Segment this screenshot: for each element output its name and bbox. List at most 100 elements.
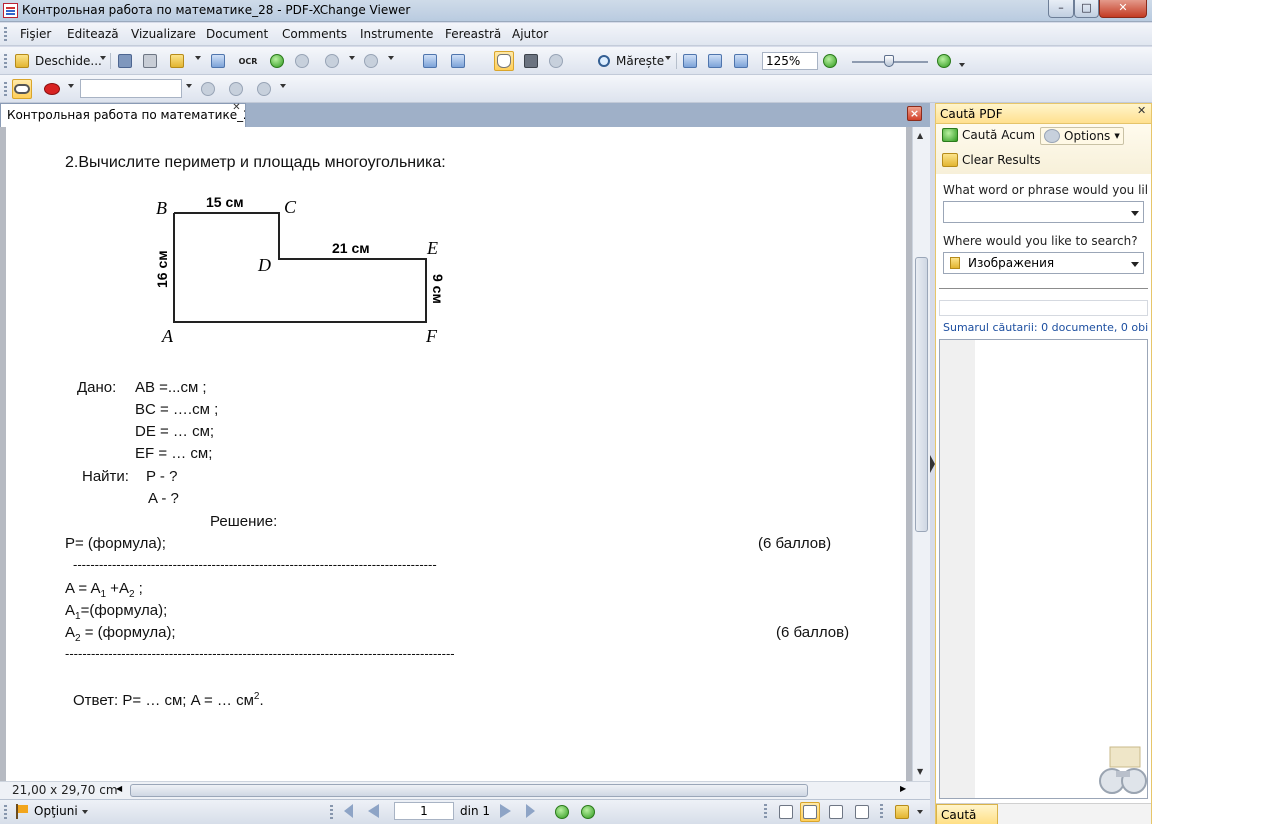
menu-edit[interactable]: Editează: [67, 27, 119, 41]
options-dropdown-icon[interactable]: [82, 810, 88, 814]
undo-dropdown-icon[interactable]: [349, 56, 355, 60]
rotate-left-icon[interactable]: [420, 51, 440, 71]
menu-help[interactable]: Ajutor: [512, 27, 548, 41]
close-document-button[interactable]: ×: [907, 106, 922, 121]
undo-icon[interactable]: [322, 51, 342, 71]
toolbar-overflow-icon[interactable]: [959, 63, 965, 67]
find-previous-icon[interactable]: [198, 79, 218, 99]
statusbar-grip[interactable]: [880, 804, 883, 818]
rotate-right-icon[interactable]: [448, 51, 468, 71]
fit-page-icon[interactable]: [705, 51, 725, 71]
back-icon[interactable]: [267, 51, 287, 71]
menubar-grip[interactable]: [4, 27, 7, 41]
zoom-out-icon[interactable]: [820, 51, 840, 71]
page-number-input[interactable]: 1: [394, 802, 454, 820]
maximize-button[interactable]: □: [1074, 0, 1099, 18]
menu-view[interactable]: Vizualizare: [131, 27, 196, 41]
menu-window[interactable]: Fereastră: [445, 27, 501, 41]
status-dropdown-icon[interactable]: [917, 810, 923, 814]
toolbar-grip[interactable]: [4, 54, 7, 68]
vertical-scroll-thumb[interactable]: [915, 257, 928, 532]
menu-file[interactable]: Fişier: [20, 27, 51, 41]
zoom-tool-button[interactable]: Mărește: [616, 54, 664, 68]
back-nav-icon[interactable]: [552, 802, 572, 822]
highlight-dropdown-icon[interactable]: [68, 84, 74, 88]
menu-tools[interactable]: Instrumente: [360, 27, 433, 41]
zoom-tool-dropdown-icon[interactable]: [665, 56, 671, 60]
forward-nav-icon[interactable]: [578, 802, 598, 822]
zoom-level-input[interactable]: 125%: [762, 52, 818, 70]
find-next-icon[interactable]: [226, 79, 246, 99]
document-view[interactable]: 2.Вычислите периметр и площадь многоугол…: [0, 127, 912, 781]
hand-tool-icon[interactable]: [494, 51, 514, 71]
phrase-input[interactable]: [943, 201, 1144, 223]
search-panel-close-icon[interactable]: ✕: [1137, 104, 1146, 117]
minimize-button[interactable]: –: [1048, 0, 1074, 18]
next-page-icon[interactable]: [500, 804, 511, 818]
highlight-icon[interactable]: [42, 79, 62, 99]
hand-status-icon[interactable]: [892, 802, 912, 822]
redo-dropdown-icon[interactable]: [388, 56, 394, 60]
search-options-icon[interactable]: [254, 79, 274, 99]
find-dropdown-icon[interactable]: [186, 84, 192, 88]
flag-icon[interactable]: [16, 804, 28, 819]
last-page-icon[interactable]: [526, 804, 535, 818]
menu-document[interactable]: Document: [206, 27, 268, 41]
search-options-dropdown-icon[interactable]: [280, 84, 286, 88]
forward-icon[interactable]: [292, 51, 312, 71]
given-ef: EF = … см;: [135, 445, 213, 462]
zoom-in-icon[interactable]: [934, 51, 954, 71]
zoom-in-tool-icon[interactable]: [594, 51, 614, 71]
zoom-slider-thumb[interactable]: [884, 55, 894, 67]
vertex-e: E: [426, 238, 438, 258]
continuous-facing-icon[interactable]: [852, 802, 872, 822]
given-bc: BC = ….см ;: [135, 401, 219, 418]
email-dropdown-icon[interactable]: [195, 56, 201, 60]
previous-page-icon[interactable]: [368, 804, 379, 818]
tab-close-icon[interactable]: ✕: [231, 103, 242, 114]
horizontal-scroll-thumb[interactable]: [130, 784, 808, 797]
options-dropdown-button[interactable]: Options ▼: [1040, 127, 1124, 145]
clear-results-button[interactable]: Clear Results: [942, 153, 1041, 167]
scroll-up-icon[interactable]: ▲: [917, 131, 923, 140]
first-page-icon[interactable]: [344, 804, 353, 818]
scroll-down-icon[interactable]: ▼: [917, 767, 923, 776]
scroll-right-icon[interactable]: ▶: [900, 784, 906, 793]
view-icon[interactable]: [12, 79, 32, 99]
open-button[interactable]: Deschide...: [35, 54, 102, 68]
single-page-icon[interactable]: [776, 802, 796, 822]
options-button[interactable]: Opţiuni: [34, 804, 78, 818]
select-tool-icon[interactable]: [546, 51, 566, 71]
toolbar-grip[interactable]: [4, 82, 7, 96]
open-icon[interactable]: [12, 51, 32, 71]
statusbar-grip[interactable]: [330, 805, 333, 819]
search-results-list[interactable]: [939, 339, 1148, 799]
save-icon[interactable]: [115, 51, 135, 71]
print-icon[interactable]: [140, 51, 160, 71]
search-now-button[interactable]: Caută Acum: [942, 128, 1035, 142]
vertical-scrollbar[interactable]: ▲ ▼: [912, 127, 930, 781]
continuous-page-icon[interactable]: [800, 802, 820, 822]
close-window-button[interactable]: ✕: [1099, 0, 1147, 18]
separator: [676, 53, 677, 69]
snapshot-icon[interactable]: [521, 51, 541, 71]
tab-search-pdf[interactable]: Caută PDF: [936, 804, 998, 824]
actual-size-icon[interactable]: [680, 51, 700, 71]
location-select[interactable]: Изображения: [943, 252, 1144, 274]
task-heading: 2.Вычислите периметр и площадь многоугол…: [65, 154, 446, 171]
fit-width-icon[interactable]: [731, 51, 751, 71]
scroll-left-icon[interactable]: ◀: [116, 784, 122, 793]
facing-pages-icon[interactable]: [826, 802, 846, 822]
menu-comments[interactable]: Comments: [282, 27, 347, 41]
find-input[interactable]: [80, 79, 182, 98]
statusbar-grip[interactable]: [764, 804, 767, 818]
open-dropdown-icon[interactable]: [100, 56, 106, 60]
ocr-icon[interactable]: OCR: [236, 51, 260, 71]
horizontal-scrollbar[interactable]: 21,00 x 29,70 cm ◀ ▶: [0, 781, 930, 799]
redo-icon[interactable]: [361, 51, 381, 71]
statusbar-grip[interactable]: [4, 805, 7, 819]
tab-document[interactable]: Контрольная работа по математике_28: [0, 103, 246, 127]
scan-icon[interactable]: [208, 51, 228, 71]
email-icon[interactable]: [167, 51, 187, 71]
separator: [110, 53, 111, 69]
